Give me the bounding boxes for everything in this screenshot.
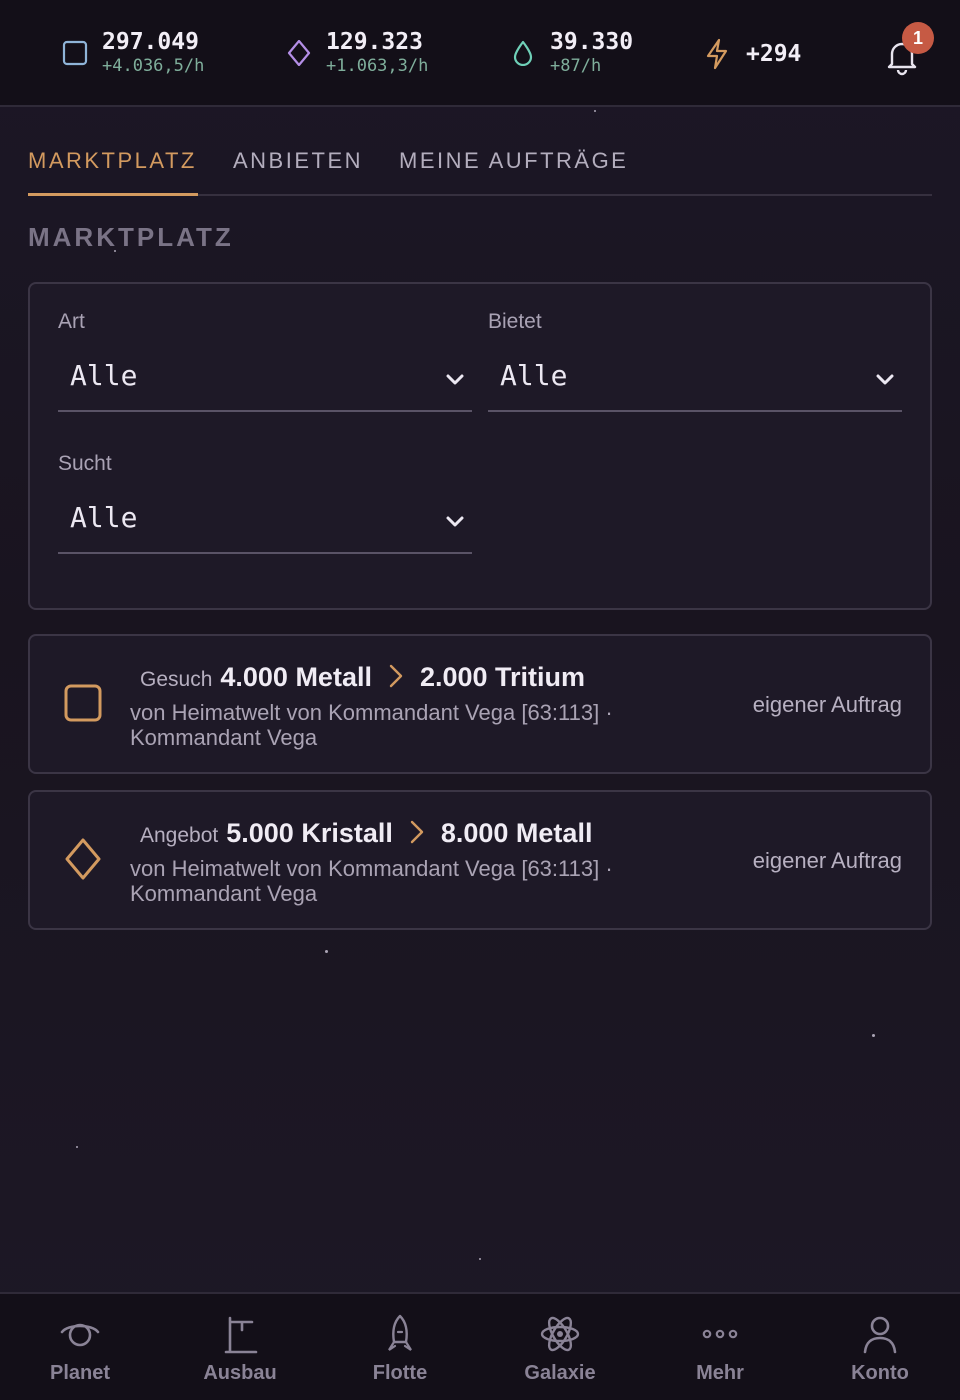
resource-bar: 297.049 +4.036,5/h 129.323 +1.063,3/h 39…	[0, 0, 960, 107]
nav-label: Flotte	[372, 1362, 428, 1384]
user-icon	[863, 1316, 897, 1354]
resource-value: 39.330	[550, 29, 634, 55]
nav-label: Konto	[851, 1362, 909, 1384]
chevron-down-icon	[876, 374, 894, 385]
more-icon	[702, 1329, 738, 1339]
tab-bar: MARKTPLATZ ANBIETEN MEINE AUFTRÄGE	[28, 130, 932, 196]
star	[872, 1034, 875, 1037]
star	[594, 110, 596, 112]
nav-flotte[interactable]: Flotte	[320, 1312, 480, 1385]
bottom-nav: Planet Ausbau Flotte Galaxie Mehr Konto	[0, 1292, 960, 1400]
order-give: 4.000 Metall	[220, 662, 372, 692]
filter-label: Bietet	[488, 310, 542, 333]
order-card[interactable]: Angebot 5.000 Kristall 8.000 Metall von …	[28, 790, 932, 930]
filter-art: Art Alle	[58, 310, 472, 412]
nav-konto[interactable]: Konto	[800, 1312, 960, 1385]
nav-label: Mehr	[696, 1362, 744, 1384]
order-source: von Heimatwelt von Kommandant Vega [63:1…	[130, 856, 613, 906]
star	[479, 1258, 481, 1260]
order-kind: Gesuch	[140, 668, 213, 691]
nav-label: Galaxie	[524, 1362, 596, 1384]
resource-rate: +87/h	[550, 56, 602, 76]
diamond-icon	[65, 838, 101, 880]
resource-rate: +4.036,5/h	[102, 56, 205, 76]
construction-icon	[224, 1316, 258, 1354]
filter-panel: Art Alle Bietet Alle Sucht Alle	[28, 282, 932, 610]
tab-anbieten[interactable]: ANBIETEN	[233, 148, 363, 196]
filter-label: Sucht	[58, 452, 112, 475]
star	[325, 950, 328, 953]
bolt-icon	[706, 38, 728, 70]
nav-label: Planet	[49, 1362, 111, 1384]
order-summary: Gesuch 4.000 Metall 2.000 Tritium	[138, 662, 585, 693]
filter-sucht: Sucht Alle	[58, 452, 472, 554]
nav-mehr[interactable]: Mehr	[640, 1312, 800, 1385]
resource-energy[interactable]: +294	[704, 38, 801, 70]
sucht-select[interactable]: Alle	[58, 490, 472, 554]
resource-value: 297.049	[102, 29, 199, 55]
planet-icon	[60, 1323, 100, 1347]
resource-crystal[interactable]: 129.323 +1.063,3/h	[286, 28, 428, 76]
filter-label: Art	[58, 310, 85, 333]
resource-metal[interactable]: 297.049 +4.036,5/h	[62, 28, 204, 76]
order-get: 8.000 Metall	[440, 818, 593, 848]
select-value: Alle	[500, 359, 568, 392]
chevron-down-icon	[446, 516, 464, 527]
order-source: von Heimatwelt von Kommandant Vega [63:1…	[130, 700, 613, 750]
nav-ausbau[interactable]: Ausbau	[160, 1312, 320, 1385]
star	[76, 1146, 78, 1148]
tab-marktplatz[interactable]: MARKTPLATZ	[28, 148, 198, 196]
art-select[interactable]: Alle	[58, 348, 472, 412]
nav-galaxie[interactable]: Galaxie	[480, 1312, 640, 1385]
notification-badge: 1	[902, 22, 934, 54]
tab-meine-auftraege[interactable]: MEINE AUFTRÄGE	[399, 148, 628, 196]
nav-planet[interactable]: Planet	[0, 1312, 160, 1385]
order-summary: Angebot 5.000 Kristall 8.000 Metall	[138, 818, 592, 849]
droplet-icon	[513, 40, 533, 66]
order-give: 5.000 Kristall	[226, 818, 393, 848]
square-icon	[62, 40, 88, 66]
chevron-down-icon	[446, 374, 464, 385]
order-get: 2.000 Tritium	[419, 662, 586, 692]
chevron-right-icon	[389, 664, 403, 687]
select-value: Alle	[70, 359, 138, 392]
order-card[interactable]: Gesuch 4.000 Metall 2.000 Tritium von He…	[28, 634, 932, 774]
section-title: MARKTPLATZ	[28, 222, 234, 252]
diamond-icon	[287, 40, 311, 66]
nav-label: Ausbau	[203, 1362, 277, 1384]
resource-tritium[interactable]: 39.330 +87/h	[510, 28, 633, 76]
energy-value: +294	[746, 41, 802, 67]
square-icon	[64, 684, 102, 722]
order-kind: Angebot	[140, 824, 219, 847]
select-value: Alle	[70, 501, 138, 534]
atom-icon	[540, 1316, 580, 1352]
rocket-icon	[388, 1314, 412, 1351]
order-status: eigener Auftrag	[752, 848, 902, 873]
order-status: eigener Auftrag	[752, 692, 902, 717]
filter-bietet: Bietet Alle	[488, 310, 902, 412]
chevron-right-icon	[410, 820, 424, 843]
resource-rate: +1.063,3/h	[326, 56, 429, 76]
bietet-select[interactable]: Alle	[488, 348, 902, 412]
resource-value: 129.323	[326, 29, 423, 55]
